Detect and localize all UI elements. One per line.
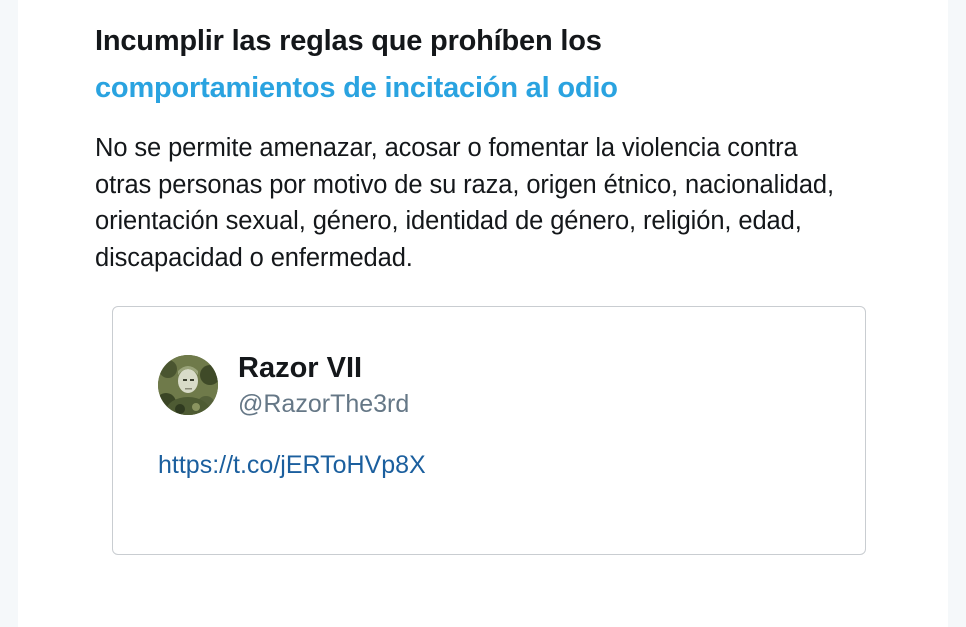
rule-description: No se permite amenazar, acosar o fomenta…: [95, 134, 835, 272]
rule-heading-link[interactable]: comportamientos de incitación al odio: [95, 72, 618, 104]
user-avatar[interactable]: [158, 355, 218, 415]
embedded-tweet-card[interactable]: Razor VII @RazorThe3rd https://t.co/jERT…: [112, 306, 866, 555]
tweet-link[interactable]: https://t.co/jERToHVp8X: [158, 449, 426, 481]
rule-heading-text: Incumplir las reglas que prohíben los: [95, 25, 602, 57]
rule-heading: Incumplir las reglas que prohíben los co…: [95, 18, 855, 112]
tweet-author-handle[interactable]: @RazorThe3rd: [238, 388, 409, 420]
tweet-author-name[interactable]: Razor VII: [238, 351, 362, 385]
avatar-image-icon: [158, 355, 218, 415]
rule-section: Incumplir las reglas que prohíben los co…: [95, 18, 855, 276]
